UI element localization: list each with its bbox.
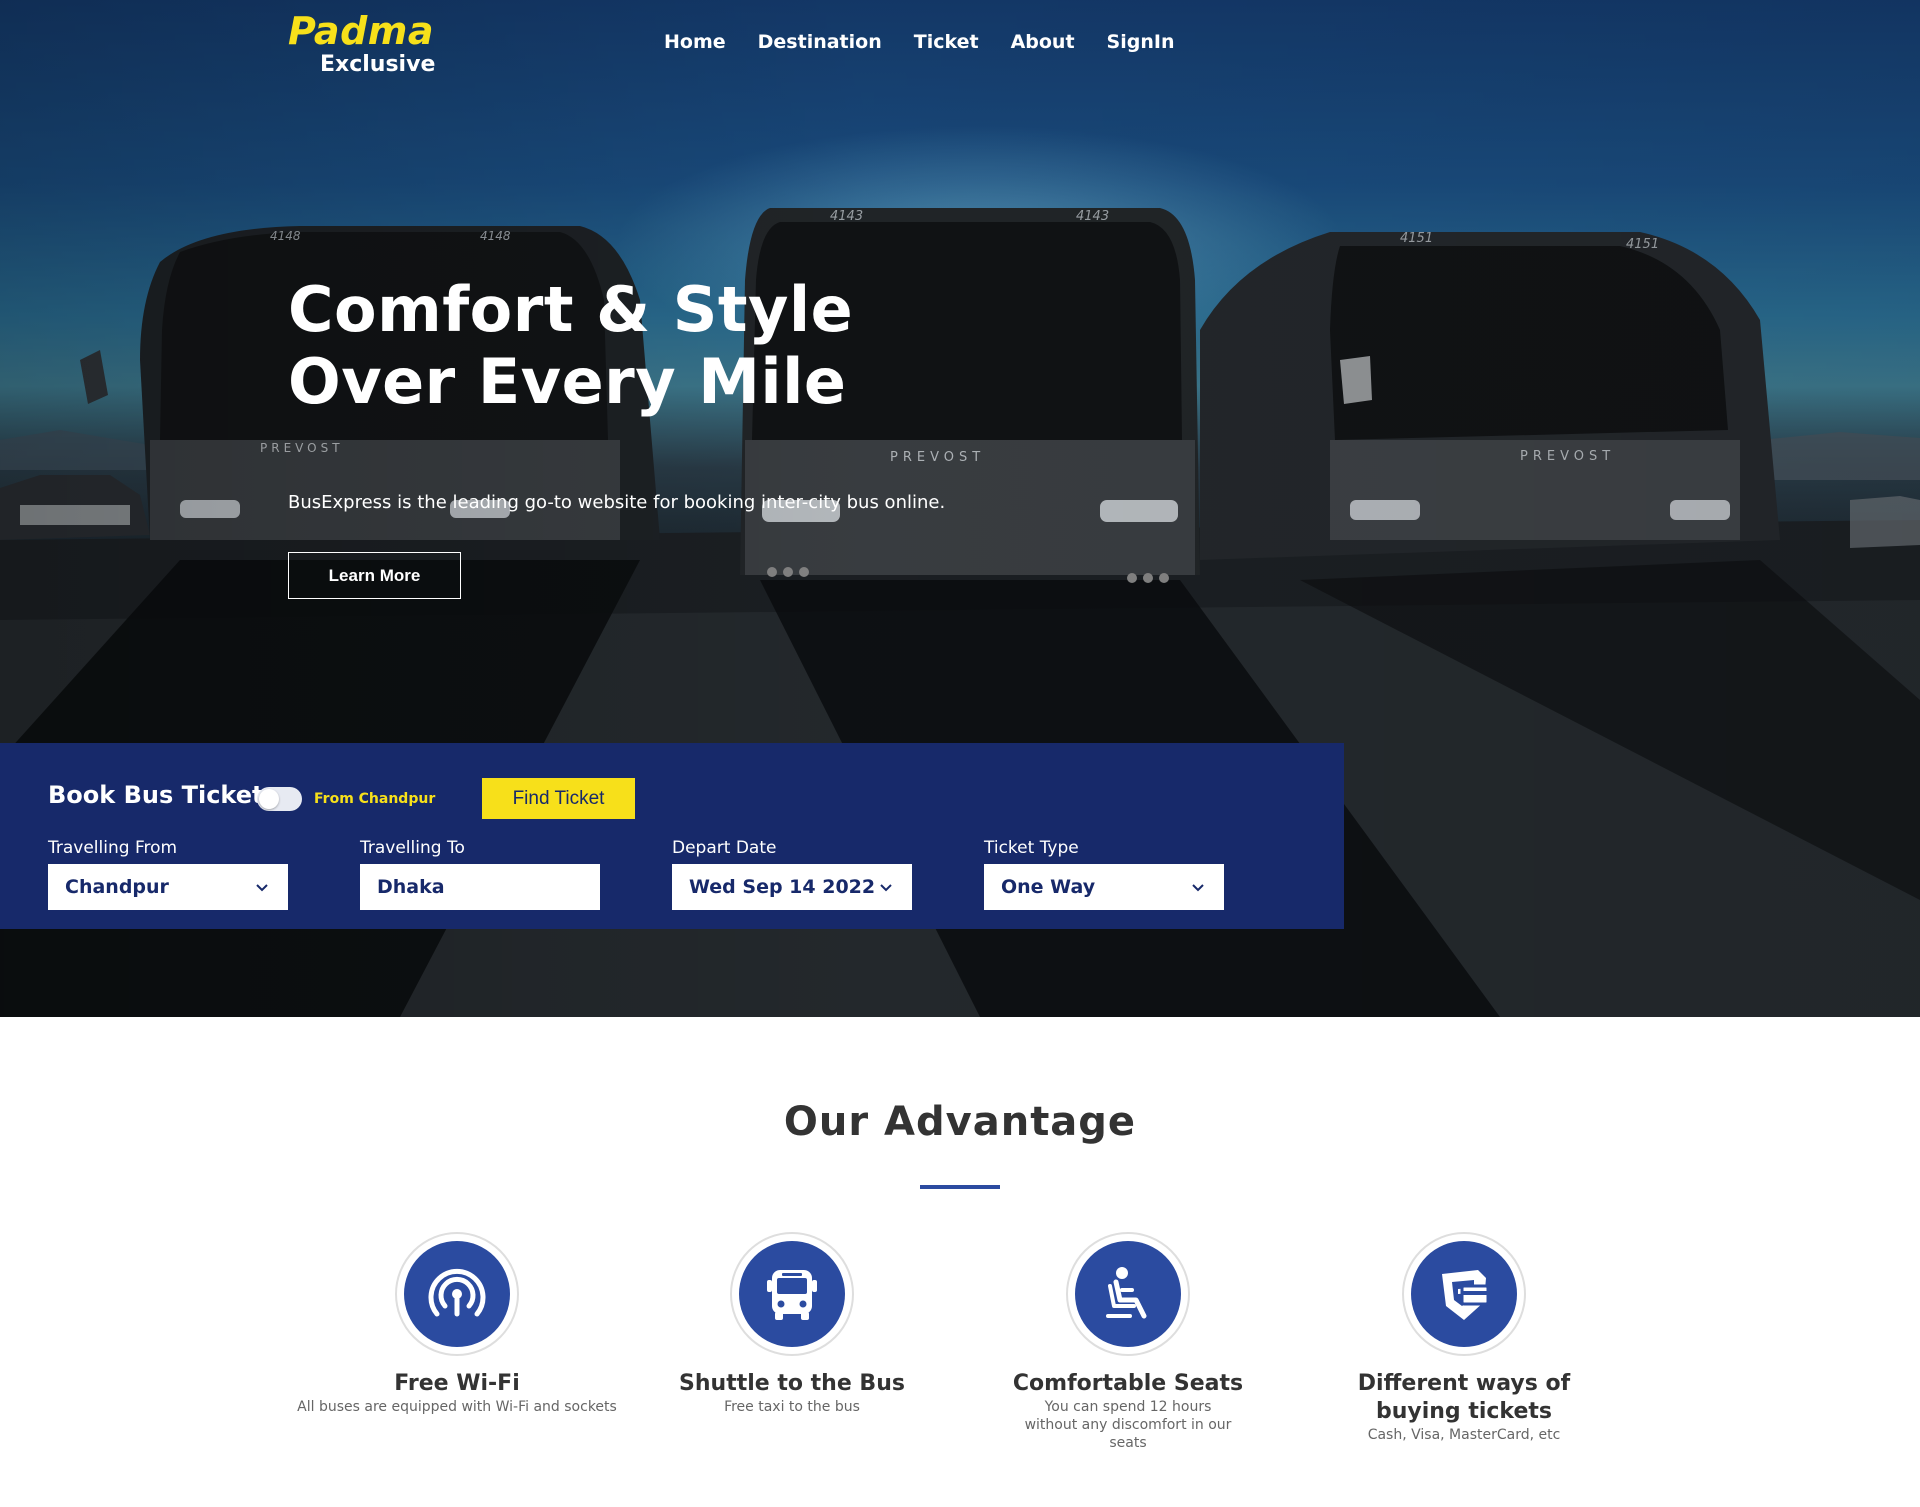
feature-payment: Different ways of buying tickets Cash, V…: [1294, 1232, 1634, 1444]
nav-about[interactable]: About: [1011, 28, 1075, 56]
feature-icon-disc: [739, 1241, 845, 1347]
nav-destination[interactable]: Destination: [758, 28, 882, 56]
feature-icon-disc: [404, 1241, 510, 1347]
brand-logo[interactable]: Padma Exclusive: [288, 8, 435, 76]
feature-icon-disc: [1411, 1241, 1517, 1347]
brand-tagline: Exclusive: [320, 52, 436, 77]
feature-title: Different ways of buying tickets: [1357, 1371, 1571, 1424]
feature-description: You can spend 12 hours without any disco…: [1024, 1399, 1232, 1451]
chevron-down-icon: [880, 884, 892, 892]
depart-date-select[interactable]: Wed Sep 14 2022: [672, 864, 912, 910]
toggle-label: From Chandpur: [314, 791, 436, 807]
learn-more-button[interactable]: Learn More: [288, 552, 461, 599]
feature-shuttle: Shuttle to the Bus Free taxi to the bus: [622, 1232, 962, 1416]
field-ticket-type: Ticket Type One Way: [984, 836, 1224, 910]
field-label: Travelling To: [360, 838, 465, 858]
field-travelling-to: Travelling To Dhaka: [360, 836, 600, 910]
feature-description: All buses are equipped with Wi-Fi and so…: [297, 1399, 617, 1415]
advantage-title: Our Advantage: [783, 1099, 1137, 1145]
bus-icon: [767, 1270, 817, 1320]
select-value: Wed Sep 14 2022: [689, 876, 876, 898]
field-travelling-from: Travelling From Chandpur: [48, 836, 288, 910]
nav-signin[interactable]: SignIn: [1107, 28, 1175, 56]
main-nav: Home Destination Ticket About SignIn: [664, 28, 1174, 56]
feature-icon-ring: [395, 1232, 519, 1356]
feature-seats: Comfortable Seats You can spend 12 hours…: [958, 1232, 1298, 1452]
feature-description: Free taxi to the bus: [724, 1399, 860, 1415]
input-value: Dhaka: [377, 876, 445, 898]
select-value: Chandpur: [65, 876, 169, 898]
chevron-down-icon: [1192, 884, 1204, 892]
toggle-knob: [259, 789, 279, 809]
from-toggle[interactable]: [257, 787, 302, 811]
feature-icon-disc: [1075, 1241, 1181, 1347]
field-label: Depart Date: [672, 838, 777, 858]
feature-icon-ring: [1402, 1232, 1526, 1356]
hero-title-line2: Over Every Mile: [288, 345, 847, 418]
wifi-icon: [428, 1268, 486, 1317]
feature-description: Cash, Visa, MasterCard, etc: [1367, 1427, 1561, 1443]
field-label: Travelling From: [48, 838, 178, 858]
seat-icon: [1106, 1267, 1147, 1319]
feature-wifi: Free Wi-Fi All buses are equipped with W…: [287, 1232, 627, 1416]
field-depart-date: Depart Date Wed Sep 14 2022: [672, 836, 912, 910]
feature-icon-ring: [730, 1232, 854, 1356]
nav-ticket[interactable]: Ticket: [914, 28, 979, 56]
hero-subtitle: BusExpress is the leading go-to website …: [288, 492, 946, 513]
travelling-to-input[interactable]: Dhaka: [360, 864, 600, 910]
booking-panel: Book Bus Ticket From Chandpur Find Ticke…: [0, 743, 1344, 929]
payment-shield-icon: [1442, 1270, 1490, 1320]
brand-name: Padma: [288, 9, 435, 53]
travelling-from-select[interactable]: Chandpur: [48, 864, 288, 910]
chevron-down-icon: [256, 884, 268, 892]
title-underline: [920, 1185, 1000, 1189]
field-label: Ticket Type: [984, 838, 1079, 858]
hero-title-line1: Comfort & Style: [288, 273, 854, 346]
nav-home[interactable]: Home: [664, 28, 726, 56]
ticket-type-select[interactable]: One Way: [984, 864, 1224, 910]
booking-title: Book Bus Ticket: [48, 781, 264, 809]
feature-icon-ring: [1066, 1232, 1190, 1356]
hero-title: Comfort & Style Over Every Mile: [288, 274, 1048, 418]
hero-section: PREVOST 4148 4148 PREVOST 4143 4143: [0, 0, 1920, 1017]
find-ticket-button[interactable]: Find Ticket: [482, 778, 635, 819]
feature-title: Free Wi-Fi: [394, 1371, 520, 1396]
feature-title: Shuttle to the Bus: [679, 1371, 905, 1396]
select-value: One Way: [1001, 876, 1096, 898]
feature-title: Comfortable Seats: [1012, 1371, 1244, 1396]
